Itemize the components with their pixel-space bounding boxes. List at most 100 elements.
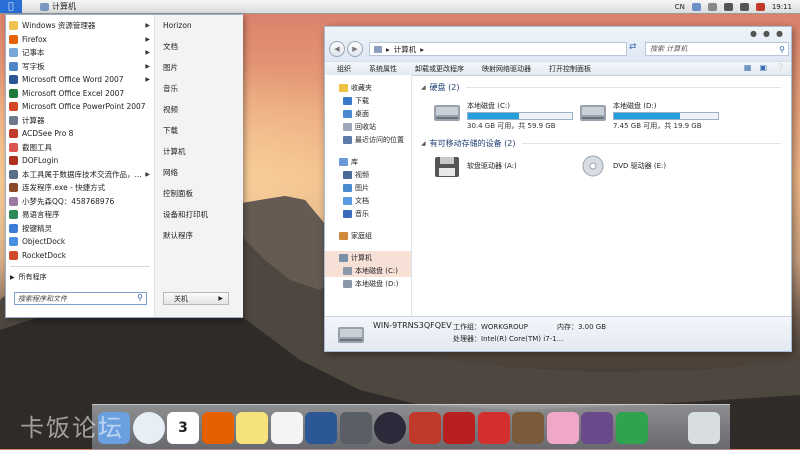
back-button[interactable]: ◀ <box>329 41 345 57</box>
program-item[interactable]: 小梦先森QQ：458768976 <box>6 195 154 209</box>
group-removable[interactable]: ◢ 有可移动存储的设备 (2) <box>421 137 781 149</box>
start-place-item[interactable]: 设备和打印机 <box>155 204 243 225</box>
view-options-icon[interactable]: ▦ <box>744 63 752 72</box>
calculator-icon[interactable] <box>339 412 372 444</box>
nav-item-desktop[interactable]: 桌面 <box>325 107 411 120</box>
program-item[interactable]: 本工具属于数据库技术交流作品，... ▶ <box>6 168 154 182</box>
camera-icon[interactable] <box>374 412 406 444</box>
flag-icon[interactable] <box>755 2 765 11</box>
program-item[interactable]: ObjectDock <box>6 235 154 249</box>
group-hard-disks[interactable]: ◢ 硬盘 (2) <box>421 81 781 93</box>
nav-favorites[interactable]: 收藏夹 <box>325 81 411 94</box>
explorer-search-input[interactable]: 搜索 计算机 ⚲ <box>645 42 789 56</box>
program-item[interactable]: 易语言程序 <box>6 208 154 222</box>
start-place-item[interactable]: 图片 <box>155 57 243 78</box>
apple-menu-icon[interactable]:  <box>0 0 22 13</box>
close-icon[interactable]: ● <box>776 29 783 38</box>
program-item[interactable]: 截图工具 <box>6 141 154 155</box>
start-search-input[interactable]: 搜索程序和文件 ⚲ <box>14 292 147 305</box>
dnf-icon[interactable] <box>443 412 475 444</box>
start-place-item[interactable]: 下载 <box>155 120 243 141</box>
safari-icon[interactable] <box>132 412 165 444</box>
program-item[interactable]: Windows 资源管理器 ▶ <box>6 19 154 33</box>
shutdown-button[interactable]: 关机 ▶ <box>163 292 229 305</box>
toolbar-control-panel[interactable]: 打开控制面板 <box>537 64 597 74</box>
toolbar-system-properties[interactable]: 系统属性 <box>357 64 403 74</box>
submenu-arrow-icon[interactable]: ▶ <box>145 76 150 83</box>
word-icon[interactable] <box>305 412 337 444</box>
dvd-drive[interactable]: DVD 驱动器 (E:) <box>577 153 727 187</box>
submenu-arrow-icon[interactable]: ▶ <box>145 49 150 56</box>
start-place-item[interactable]: 计算机 <box>155 141 243 162</box>
nav-item-drive-c[interactable]: 本地磁盘 (C:) <box>325 264 411 277</box>
notes-icon[interactable] <box>236 412 268 444</box>
program-item[interactable]: 按键精灵 <box>6 222 154 236</box>
start-place-item[interactable]: 视频 <box>155 99 243 120</box>
all-programs-button[interactable]: ▶ 所有程序 <box>6 271 154 283</box>
refresh-icon[interactable]: ⇄ <box>629 42 637 52</box>
network-icon[interactable] <box>723 2 733 11</box>
trash-icon[interactable] <box>688 412 720 444</box>
program-item[interactable]: Firefox ▶ <box>6 33 154 47</box>
forward-button[interactable]: ▶ <box>347 41 363 57</box>
drive-d[interactable]: 本地磁盘 (D:) 7.45 GB 可用，共 19.9 GB <box>577 99 727 133</box>
collapse-icon[interactable]: ◢ <box>421 140 426 147</box>
toolbar-organize[interactable]: 组织 <box>325 64 357 74</box>
volume-icon[interactable] <box>739 2 749 11</box>
menubar-app[interactable]: 计算机 <box>40 1 76 12</box>
floppy-drive[interactable]: 软盘驱动器 (A:) <box>431 153 581 187</box>
submenu-arrow-icon[interactable]: ▶ <box>145 63 150 70</box>
nav-homegroup[interactable]: 家庭组 <box>325 229 411 242</box>
start-place-item[interactable]: 网络 <box>155 162 243 183</box>
maximize-icon[interactable]: ● <box>763 29 770 38</box>
nav-library[interactable]: 库 <box>325 155 411 168</box>
nav-item-recent[interactable]: 最近访问的位置 <box>325 133 411 146</box>
program-item[interactable]: Microsoft Office Excel 2007 <box>6 87 154 101</box>
game-icon[interactable] <box>512 412 544 444</box>
program-item[interactable]: 计算器 <box>6 114 154 128</box>
nav-item-videos[interactable]: 视频 <box>325 168 411 181</box>
program-item[interactable]: RocketDock <box>6 249 154 263</box>
nav-computer[interactable]: 计算机 <box>325 251 411 264</box>
program-item[interactable]: ACDSee Pro 8 <box>6 127 154 141</box>
collapse-icon[interactable]: ◢ <box>421 84 426 91</box>
submenu-arrow-icon[interactable]: ▶ <box>145 36 150 43</box>
program-item[interactable]: DOFLogin <box>6 154 154 168</box>
program-item[interactable]: Microsoft Office PowerPoint 2007 <box>6 100 154 114</box>
nav-item-pictures[interactable]: 图片 <box>325 181 411 194</box>
green-app-icon[interactable] <box>615 412 648 444</box>
search-icon[interactable]: ⚲ <box>137 293 143 302</box>
submenu-arrow-icon[interactable]: ▶ <box>145 22 150 29</box>
nav-item-documents[interactable]: 文档 <box>325 194 411 207</box>
address-bar[interactable]: ▸ 计算机 ▸ <box>369 42 627 56</box>
start-place-item[interactable]: Horizon <box>155 15 243 36</box>
start-place-item[interactable]: 默认程序 <box>155 225 243 246</box>
preview-pane-icon[interactable]: ▣ <box>759 63 767 72</box>
toolbar-uninstall[interactable]: 卸载或更改程序 <box>403 64 470 74</box>
program-item[interactable]: 写字板 ▶ <box>6 60 154 74</box>
ime-indicator[interactable]: CN <box>675 3 685 11</box>
nav-item-music[interactable]: 音乐 <box>325 207 411 220</box>
clock[interactable]: 19:11 <box>772 3 792 11</box>
textedit-icon[interactable] <box>270 412 303 444</box>
toolbar-map-drive[interactable]: 映射网络驱动器 <box>470 64 537 74</box>
nav-item-drive-d[interactable]: 本地磁盘 (D:) <box>325 277 411 290</box>
dnf-red-icon[interactable] <box>477 412 510 444</box>
acdsee-icon[interactable] <box>408 412 441 444</box>
help-icon[interactable]: ❔ <box>775 63 785 72</box>
input-method-icon[interactable] <box>691 2 701 11</box>
start-place-item[interactable]: 文档 <box>155 36 243 57</box>
cat-icon[interactable] <box>546 412 579 444</box>
anime-icon[interactable] <box>581 412 613 444</box>
shutdown-options-icon[interactable]: ▶ <box>218 295 223 302</box>
program-item[interactable]: Microsoft Office Word 2007 ▶ <box>6 73 154 87</box>
program-item[interactable]: 记事本 ▶ <box>6 46 154 60</box>
nav-item-recycle[interactable]: 回收站 <box>325 120 411 133</box>
firefox-icon[interactable] <box>201 412 234 444</box>
nav-item-downloads[interactable]: 下载 <box>325 94 411 107</box>
program-item[interactable]: 连发程序.exe - 快捷方式 <box>6 181 154 195</box>
drive-c[interactable]: 本地磁盘 (C:) 30.4 GB 可用，共 59.9 GB <box>431 99 581 133</box>
start-place-item[interactable]: 音乐 <box>155 78 243 99</box>
submenu-arrow-icon[interactable]: ▶ <box>145 171 150 178</box>
start-place-item[interactable]: 控制面板 <box>155 183 243 204</box>
